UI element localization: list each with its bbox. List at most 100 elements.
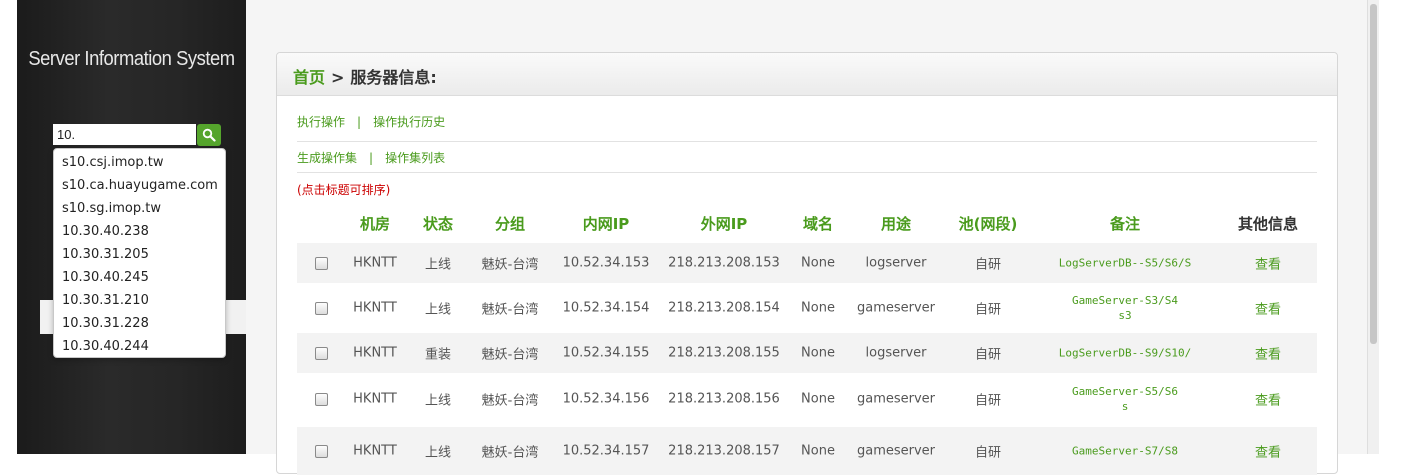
app-title: Server Information System [28, 48, 235, 70]
column-header-pool[interactable]: 池(网段) [959, 213, 1018, 234]
execution-history-link[interactable]: 操作执行历史 [373, 115, 445, 129]
autocomplete-item[interactable]: 10.30.40.238 [54, 220, 225, 243]
cell-pool: 自研 [974, 393, 1002, 409]
autocomplete-item[interactable]: 10.30.40.244 [54, 335, 225, 358]
server-info-panel: 首页 > 服务器信息: 执行操作 | 操作执行历史 生成操作集 | 操作集列表 (点击标题可… [276, 52, 1338, 475]
cell-group: 魅妖-台湾 [481, 302, 539, 318]
cell-domain: None [801, 443, 835, 459]
remark-line: GameServer-S3/S4 [1072, 294, 1178, 307]
right-margin [1379, 0, 1415, 454]
view-link[interactable]: 查看 [1255, 299, 1281, 318]
cell-domain: None [801, 255, 835, 271]
remark-line: s [1121, 400, 1129, 413]
cell-status: 重装 [424, 347, 452, 363]
cell-usage: logserver [865, 255, 927, 271]
autocomplete-item[interactable]: 10.30.31.210 [54, 289, 225, 312]
divider [297, 172, 1317, 173]
operation-set-links-row: 生成操作集 | 操作集列表 [297, 149, 445, 166]
cell-external-ip: 218.213.208.153 [668, 255, 780, 271]
cell-remark: GameServer-S3/S4 s3 [1072, 293, 1178, 323]
cell-usage: logserver [865, 345, 927, 361]
scrollbar-thumb[interactable] [1370, 4, 1377, 344]
vertical-scrollbar[interactable] [1367, 0, 1379, 454]
row-checkbox[interactable] [315, 302, 328, 315]
autocomplete-item[interactable]: 10.30.40.245 [54, 266, 225, 289]
cell-internal-ip: 10.52.34.153 [562, 255, 650, 271]
table-row: HKNTT 重装 魅妖-台湾 10.52.34.155 218.213.208.… [297, 333, 1317, 373]
autocomplete-item[interactable]: s10.ca.huayugame.com [54, 174, 225, 197]
column-header-idc[interactable]: 机房 [360, 213, 390, 234]
cell-idc: HKNTT [353, 255, 397, 271]
table-row: HKNTT 上线 魅妖-台湾 10.52.34.154 218.213.208.… [297, 283, 1317, 333]
cell-idc: HKNTT [353, 300, 397, 316]
main-content: 首页 > 服务器信息: 执行操作 | 操作执行历史 生成操作集 | 操作集列表 (点击标题可… [246, 0, 1415, 475]
cell-internal-ip: 10.52.34.155 [562, 345, 650, 361]
column-header-group[interactable]: 分组 [495, 213, 525, 234]
remark-line: LogServerDB--S9/S10/ [1058, 346, 1192, 360]
generate-operation-set-link[interactable]: 生成操作集 [297, 151, 357, 165]
view-link[interactable]: 查看 [1255, 390, 1281, 409]
cell-status: 上线 [424, 302, 452, 318]
table-row: HKNTT 上线 魅妖-台湾 10.52.34.153 218.213.208.… [297, 243, 1317, 283]
row-checkbox[interactable] [315, 393, 328, 406]
cell-status: 上线 [424, 257, 452, 273]
operation-set-list-link[interactable]: 操作集列表 [385, 151, 445, 165]
column-header-external-ip[interactable]: 外网IP [701, 213, 748, 234]
search-button[interactable] [197, 124, 221, 146]
autocomplete-item[interactable]: s10.csj.imop.tw [54, 151, 225, 174]
cell-group: 魅妖-台湾 [481, 445, 539, 461]
cell-usage: gameserver [856, 300, 936, 316]
action-links-row: 执行操作 | 操作执行历史 [297, 113, 445, 130]
row-checkbox[interactable] [315, 445, 328, 458]
breadcrumb-home-link[interactable]: 首页 [293, 68, 325, 87]
cell-domain: None [801, 345, 835, 361]
breadcrumb-separator: > [331, 68, 345, 87]
cell-group: 魅妖-台湾 [481, 347, 539, 363]
cell-pool: 自研 [974, 347, 1002, 363]
cell-group: 魅妖-台湾 [481, 257, 539, 273]
autocomplete-item[interactable]: s10.sg.imop.tw [54, 197, 225, 220]
table-row: HKNTT 上线 魅妖-台湾 10.52.34.156 218.213.208.… [297, 373, 1317, 425]
remark-line: s3 [1118, 309, 1132, 322]
autocomplete-item[interactable]: 10.30.31.205 [54, 243, 225, 266]
sort-hint: (点击标题可排序) [297, 183, 391, 197]
breadcrumb-current: 服务器信息: [350, 68, 437, 87]
cell-status: 上线 [424, 445, 452, 461]
column-header-domain[interactable]: 域名 [803, 213, 833, 234]
cell-idc: HKNTT [353, 345, 397, 361]
column-header-status[interactable]: 状态 [423, 213, 453, 234]
left-gutter [0, 0, 17, 454]
cell-pool: 自研 [974, 445, 1002, 461]
cell-pool: 自研 [974, 302, 1002, 318]
search-autocomplete-dropdown: s10.csj.imop.tw s10.ca.huayugame.com s10… [53, 148, 226, 358]
search-icon [202, 128, 216, 142]
remark-line: LogServerDB--S5/S6/S [1058, 256, 1192, 270]
cell-pool: 自研 [974, 257, 1002, 273]
column-header-remark[interactable]: 备注 [1110, 213, 1140, 234]
panel-header: 首页 > 服务器信息: [277, 53, 1337, 96]
cell-remark: GameServer-S5/S6 s [1072, 384, 1178, 414]
cell-idc: HKNTT [353, 443, 397, 459]
divider [297, 141, 1317, 142]
autocomplete-item[interactable]: 10.30.31.228 [54, 312, 225, 335]
cell-external-ip: 218.213.208.156 [668, 391, 780, 407]
cell-domain: None [801, 300, 835, 316]
table-header: 机房 状态 分组 内网IP 外网IP 域名 用途 池(网段) 备注 其他信息 [297, 205, 1317, 241]
execute-action-link[interactable]: 执行操作 [297, 115, 345, 129]
cell-internal-ip: 10.52.34.157 [562, 443, 650, 459]
view-link[interactable]: 查看 [1255, 442, 1281, 461]
view-link[interactable]: 查看 [1255, 254, 1281, 273]
cell-status: 上线 [424, 393, 452, 409]
view-link[interactable]: 查看 [1255, 344, 1281, 363]
search-input[interactable] [53, 124, 196, 145]
row-checkbox[interactable] [315, 347, 328, 360]
cell-remark: LogServerDB--S5/S6/S [1059, 256, 1191, 271]
cell-internal-ip: 10.52.34.154 [562, 300, 650, 316]
column-header-internal-ip[interactable]: 内网IP [583, 213, 630, 234]
link-separator: | [357, 115, 362, 129]
table-row: HKNTT 上线 魅妖-台湾 10.52.34.157 218.213.208.… [297, 427, 1317, 475]
row-checkbox[interactable] [315, 257, 328, 270]
column-header-usage[interactable]: 用途 [881, 213, 911, 234]
cell-idc: HKNTT [353, 391, 397, 407]
cell-external-ip: 218.213.208.154 [668, 300, 780, 316]
